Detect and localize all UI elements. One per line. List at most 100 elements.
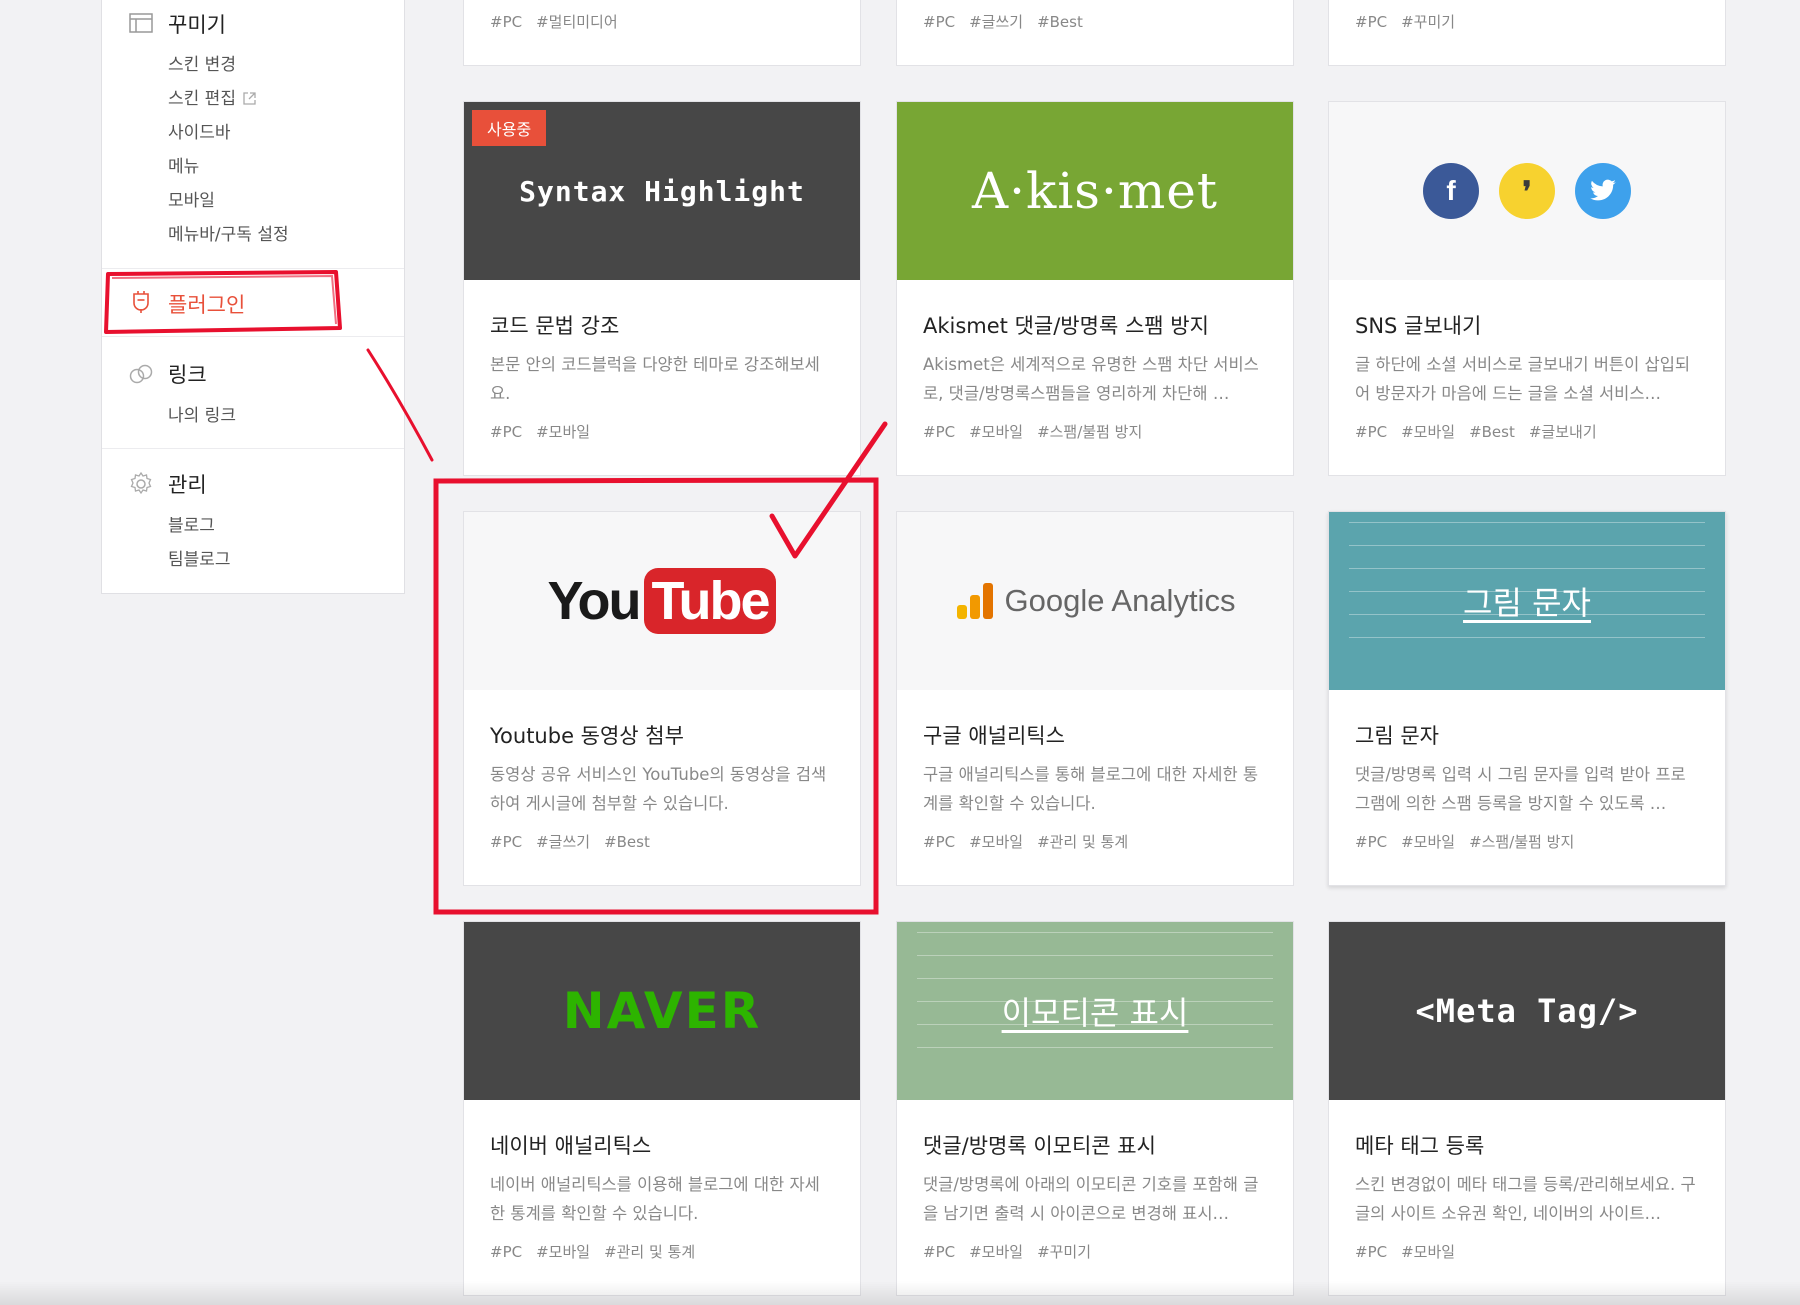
bottom-shadow — [0, 1281, 1800, 1305]
tag: #PC — [923, 1243, 956, 1261]
thumb-title: <Meta Tag/> — [1415, 992, 1639, 1030]
card-tags: #PC #모바일 #스팸/불펌 방지 — [1355, 831, 1588, 852]
card-tags: #PC #멀티미디어 — [490, 11, 632, 32]
card-description: 글 하단에 소셜 서비스로 글보내기 버튼이 삽입되어 방문자가 마음에 드는 … — [1355, 355, 1691, 403]
kakao-icon: ❜ — [1499, 163, 1555, 219]
card-tags: #PC #모바일 #관리 및 통계 — [490, 1241, 709, 1262]
plugin-card-syntax-highlight[interactable]: Syntax Highlight 사용중 코드 문법 강조 본문 안의 코드블럭… — [463, 101, 861, 476]
thumb-title: Syntax Highlight — [519, 174, 805, 208]
sidebar-group-plugin[interactable]: 플러그인 — [102, 268, 404, 336]
sidebar-group-link: 링크 나의 링크 — [102, 336, 404, 448]
card-title: 네이버 애널리틱스 — [490, 1134, 652, 1158]
plugin-card-google-analytics[interactable]: Google Analytics 구글 애널리틱스 구글 애널리틱스를 통해 블… — [896, 511, 1294, 886]
card-tags: #PC #글쓰기 #Best — [490, 831, 664, 852]
sidebar-group-manage: 관리 블로그 팀블로그 — [102, 448, 404, 594]
tag: #모바일 — [969, 833, 1024, 851]
sidebar-item-mobile[interactable]: 모바일 — [168, 186, 215, 211]
card-description: 스킨 변경없이 메타 태그를 등록/관리해보세요. 구글의 사이트 소유권 확인… — [1355, 1175, 1696, 1223]
in-use-badge: 사용중 — [472, 110, 547, 146]
card-tags: #PC #모바일 #관리 및 통계 — [923, 831, 1142, 852]
tag: #멀티미디어 — [536, 13, 618, 31]
plugin-card-decorate[interactable]: #PC #꾸미기 — [1328, 0, 1726, 66]
sidebar-item-menubar-subscribe[interactable]: 메뉴바/구독 설정 — [168, 220, 289, 245]
sidebar-item-blog[interactable]: 블로그 — [168, 511, 215, 536]
tag: #PC — [1355, 13, 1388, 31]
sidebar-heading-decorate[interactable]: 꾸미기 — [168, 9, 226, 39]
card-title: 구글 애널리틱스 — [923, 724, 1065, 748]
card-title: 그림 문자 — [1355, 724, 1439, 748]
tag: #모바일 — [969, 423, 1024, 441]
card-thumbnail: A·kis·met — [897, 102, 1293, 280]
plugin-card-emoticon[interactable]: 이모티콘 표시 댓글/방명록 이모티콘 표시 댓글/방명록에 아래의 이모티콘 … — [896, 921, 1294, 1296]
card-title: Akismet 댓글/방명록 스팸 방지 — [923, 314, 1209, 338]
plugin-card-captcha[interactable]: 그림 문자 그림 문자 댓글/방명록 입력 시 그림 문자를 입력 받아 프로그… — [1328, 511, 1726, 886]
tag: #PC — [923, 833, 956, 851]
card-thumbnail: f ❜ — [1329, 102, 1725, 280]
plugin-card-sns-share[interactable]: f ❜ SNS 글보내기 글 하단에 소셜 서비스로 글보내기 버튼이 삽입되어… — [1328, 101, 1726, 476]
tag: #PC — [490, 833, 523, 851]
ga-logo-text: Google Analytics — [1004, 583, 1236, 618]
sidebar-heading-link[interactable]: 링크 — [168, 359, 207, 389]
tag: #PC — [923, 423, 956, 441]
tag: #PC — [490, 1243, 523, 1261]
sidebar-group-decorate: 꾸미기 스킨 변경 스킨 편집 사이드바 메뉴 모바일 메뉴바/구독 설정 — [102, 0, 404, 268]
tag: #스팸/불펌 방지 — [1037, 423, 1143, 441]
card-description: Akismet은 세계적으로 유명한 스팸 차단 서비스로, 댓글/방명록스팸들… — [923, 355, 1259, 403]
tag: #Best — [604, 833, 650, 851]
card-tags: #PC #모바일 #스팸/불펌 방지 — [923, 421, 1156, 442]
card-title: 코드 문법 강조 — [490, 314, 620, 338]
tag: #Best — [1037, 13, 1083, 31]
tag: #PC — [490, 13, 523, 31]
youtube-logo-tube: Tube — [643, 568, 777, 634]
tag: #스팸/불펌 방지 — [1469, 833, 1575, 851]
sidebar-item-skin-change[interactable]: 스킨 변경 — [168, 50, 236, 75]
sidebar-item-my-link[interactable]: 나의 링크 — [168, 401, 236, 426]
tag: #관리 및 통계 — [604, 1243, 696, 1261]
youtube-logo-you: You — [547, 571, 642, 631]
plugin-card-naver-analytics[interactable]: NAVER 네이버 애널리틱스 네이버 애널리틱스를 이용해 블로그에 대한 자… — [463, 921, 861, 1296]
card-tags: #PC #모바일 #Best #글보내기 — [1355, 421, 1611, 442]
tag: #Best — [1469, 423, 1515, 441]
card-tags: #PC #모바일 #꾸미기 — [923, 1241, 1105, 1262]
sidebar-heading-manage[interactable]: 관리 — [168, 469, 207, 499]
sidebar-item-skin-edit[interactable]: 스킨 편집 — [168, 84, 257, 109]
card-thumbnail: 이모티콘 표시 — [897, 922, 1293, 1100]
naver-logo: NAVER — [562, 982, 762, 1040]
card-title: 댓글/방명록 이모티콘 표시 — [923, 1134, 1156, 1158]
card-description: 댓글/방명록 입력 시 그림 문자를 입력 받아 프로그램에 의한 스팸 등록을… — [1355, 765, 1686, 813]
twitter-icon — [1575, 163, 1631, 219]
card-tags: #PC #모바일 — [490, 421, 604, 442]
gear-icon — [130, 471, 152, 495]
tag: #꾸미기 — [1401, 13, 1456, 31]
plugin-card-writing[interactable]: #PC #글쓰기 #Best — [896, 0, 1294, 66]
card-title: Youtube 동영상 첨부 — [490, 724, 684, 748]
tag: #모바일 — [536, 423, 591, 441]
plugin-card-meta-tag[interactable]: <Meta Tag/> 메타 태그 등록 스킨 변경없이 메타 태그를 등록/관… — [1328, 921, 1726, 1296]
card-tags: #PC #글쓰기 #Best — [923, 11, 1097, 32]
card-thumbnail: You Tube — [464, 512, 860, 690]
card-thumbnail: <Meta Tag/> — [1329, 922, 1725, 1100]
sidebar-item-sidebar[interactable]: 사이드바 — [168, 118, 231, 143]
plugin-card-multimedia[interactable]: #PC #멀티미디어 — [463, 0, 861, 66]
sidebar-item-menu[interactable]: 메뉴 — [168, 152, 199, 177]
sidebar-item-team-blog[interactable]: 팀블로그 — [168, 545, 231, 570]
card-thumbnail: 그림 문자 — [1329, 512, 1725, 690]
facebook-icon: f — [1423, 163, 1479, 219]
tag: #글보내기 — [1528, 423, 1597, 441]
plugin-card-akismet[interactable]: A·kis·met Akismet 댓글/방명록 스팸 방지 Akismet은 … — [896, 101, 1294, 476]
tag: #관리 및 통계 — [1037, 833, 1129, 851]
tag: #PC — [1355, 423, 1388, 441]
sidebar-item-plugin[interactable]: 플러그인 — [168, 289, 245, 319]
thumb-title: 그림 문자 — [1463, 584, 1591, 622]
twitter-bird-icon — [1590, 179, 1616, 201]
tag: #PC — [1355, 833, 1388, 851]
google-analytics-icon — [956, 583, 993, 619]
plugin-card-youtube[interactable]: You Tube Youtube 동영상 첨부 동영상 공유 서비스인 YouT… — [463, 511, 861, 886]
card-thumbnail: Google Analytics — [897, 512, 1293, 690]
tag: #PC — [490, 423, 523, 441]
card-description: 구글 애널리틱스를 통해 블로그에 대한 자세한 통계를 확인할 수 있습니다. — [923, 765, 1259, 813]
card-title: 메타 태그 등록 — [1355, 1134, 1485, 1158]
tag: #모바일 — [1401, 1243, 1456, 1261]
card-title: SNS 글보내기 — [1355, 314, 1482, 338]
social-icons: f ❜ — [1423, 163, 1631, 219]
